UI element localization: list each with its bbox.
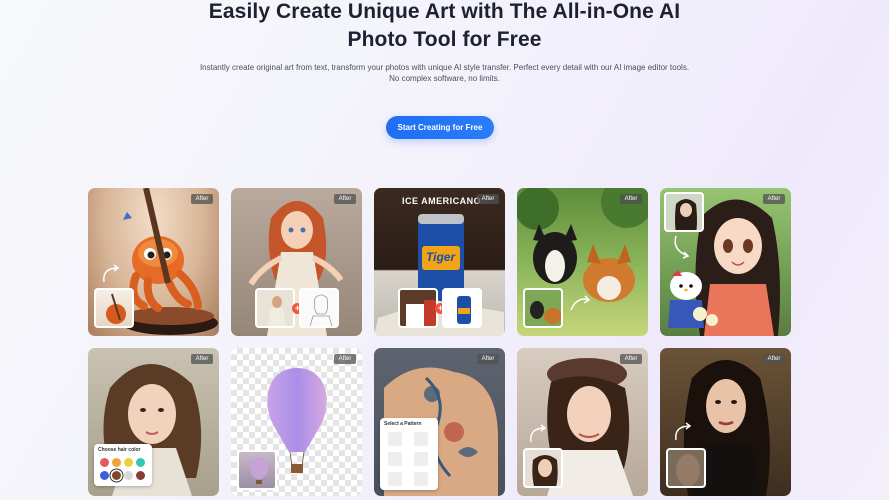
start-creating-button[interactable]: Start Creating for Free bbox=[386, 116, 494, 139]
gallery-card-back-tattoo[interactable]: After Select a Pattern bbox=[374, 348, 505, 496]
before-thumbnail bbox=[94, 288, 134, 328]
after-badge: After bbox=[763, 194, 785, 204]
title-line-2: Photo Tool for Free bbox=[347, 28, 542, 51]
curved-arrow-icon bbox=[674, 235, 690, 259]
after-badge: After bbox=[620, 354, 642, 364]
gallery-card-hair-color-woman[interactable]: After Choose hair color bbox=[88, 348, 219, 496]
after-badge: After bbox=[191, 194, 213, 204]
before-thumbnail bbox=[523, 288, 563, 328]
hair-swatch-orange[interactable] bbox=[112, 458, 121, 467]
pattern-option-1[interactable] bbox=[388, 432, 402, 446]
gallery-card-redhead-princess[interactable]: After + bbox=[231, 188, 362, 336]
hair-swatch-red[interactable] bbox=[100, 458, 109, 467]
pattern-option-5[interactable] bbox=[388, 472, 402, 486]
hair-swatch-blue[interactable] bbox=[100, 471, 109, 480]
curved-arrow-icon bbox=[103, 264, 120, 283]
subtitle-line-2: No complex software, no limits. bbox=[389, 74, 500, 83]
can-brand-text: Tiger bbox=[426, 250, 456, 264]
curved-arrow-icon bbox=[675, 422, 692, 441]
product-thumbnail bbox=[442, 288, 482, 328]
hair-color-panel: Choose hair color bbox=[94, 444, 152, 486]
gallery-card-beret-woman[interactable]: After bbox=[517, 348, 648, 496]
pattern-panel: Select a Pattern bbox=[380, 418, 438, 490]
pattern-panel-title: Select a Pattern bbox=[384, 421, 422, 427]
pattern-option-6[interactable] bbox=[414, 472, 428, 486]
page-subtitle: Instantly create original art from text,… bbox=[150, 62, 739, 84]
subtitle-line-1: Instantly create original art from text,… bbox=[199, 63, 690, 72]
hair-color-panel-title: Choose hair color bbox=[98, 447, 141, 453]
before-thumbnail bbox=[255, 288, 295, 328]
gallery-card-anime-girl-hello-kitty[interactable]: After bbox=[660, 188, 791, 336]
hair-swatch-silver[interactable] bbox=[124, 471, 133, 480]
sketch-thumbnail bbox=[299, 288, 339, 328]
before-thumbnail bbox=[666, 448, 706, 488]
pattern-option-2[interactable] bbox=[414, 432, 428, 446]
after-badge: After bbox=[763, 354, 785, 364]
after-badge: After bbox=[620, 194, 642, 204]
hair-swatch-yellow[interactable] bbox=[124, 458, 133, 467]
hair-swatch-maroon[interactable] bbox=[136, 471, 145, 480]
gallery-card-painted-dogs[interactable]: After bbox=[517, 188, 648, 336]
page-title: Easily Create Unique Art with The All-in… bbox=[150, 0, 739, 54]
after-badge: After bbox=[477, 354, 499, 364]
gallery-card-dark-hair-woman[interactable]: After bbox=[660, 348, 791, 496]
hair-swatch-teal[interactable] bbox=[136, 458, 145, 467]
after-badge: After bbox=[477, 194, 499, 204]
hair-swatch-brown[interactable] bbox=[112, 471, 121, 480]
after-badge: After bbox=[334, 354, 356, 364]
pattern-option-3[interactable] bbox=[388, 452, 402, 466]
gallery-card-octopus-painter[interactable]: After bbox=[88, 188, 219, 336]
gallery-card-hot-air-balloon[interactable]: After bbox=[231, 348, 362, 496]
after-badge: After bbox=[334, 194, 356, 204]
before-thumbnail bbox=[664, 192, 704, 232]
before-thumbnail bbox=[523, 448, 563, 488]
before-thumbnail bbox=[398, 288, 438, 328]
gallery-card-tiger-beer-can[interactable]: ICE AMERICANO Tiger After + bbox=[374, 188, 505, 336]
title-line-1: Easily Create Unique Art with The All-in… bbox=[208, 0, 681, 23]
after-badge: After bbox=[191, 354, 213, 364]
curved-arrow-icon bbox=[530, 424, 547, 443]
curved-arrow-icon bbox=[570, 295, 591, 311]
before-thumbnail bbox=[237, 450, 277, 490]
pattern-option-4[interactable] bbox=[414, 452, 428, 466]
